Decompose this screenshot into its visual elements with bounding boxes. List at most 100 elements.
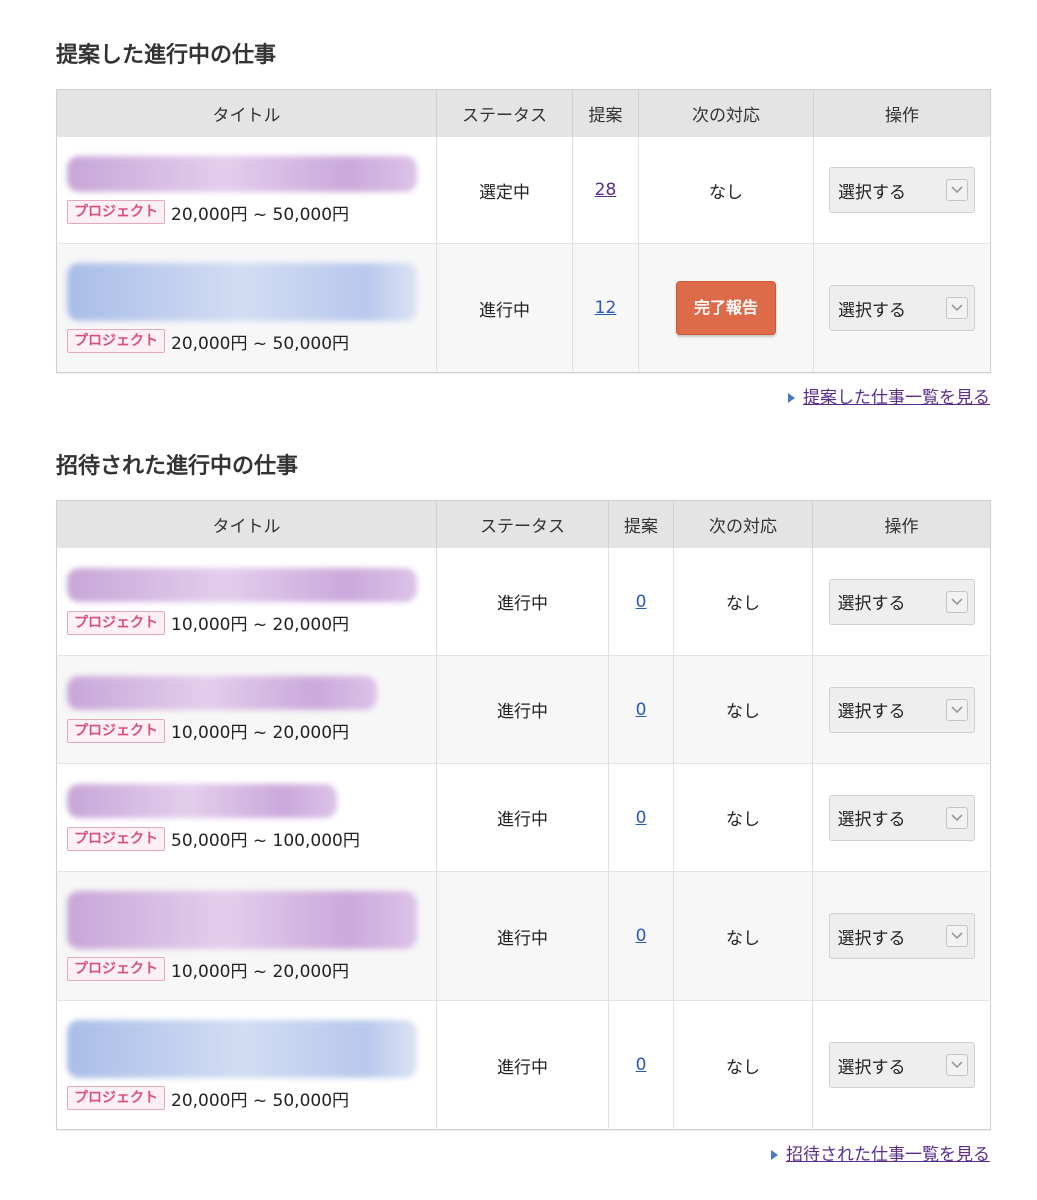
proposal-count-link[interactable]: 0 — [636, 808, 647, 828]
column-header-next-action: 次の対応 — [673, 500, 813, 548]
redacted-job-title[interactable] — [67, 784, 337, 818]
table-row: プロジェクト 10,000円 ~ 20,000円 進行中 0 なし 選択する — [56, 655, 991, 764]
proposals-cell: 0 — [608, 547, 674, 656]
status-cell: 進行中 — [436, 871, 609, 1001]
column-header-status: ステータス — [436, 500, 609, 548]
action-select[interactable]: 選択する — [828, 686, 975, 733]
chevron-down-icon — [945, 925, 968, 947]
triangle-right-icon — [771, 1150, 778, 1160]
job-title-cell: プロジェクト 20,000円 ~ 50,000円 — [56, 136, 437, 244]
status-cell: 進行中 — [436, 655, 609, 764]
job-title-cell: プロジェクト 10,000円 ~ 20,000円 — [56, 547, 437, 656]
action-select[interactable]: 選択する — [828, 1042, 975, 1088]
proposal-count-link[interactable]: 12 — [595, 298, 617, 318]
job-meta: プロジェクト 10,000円 ~ 20,000円 — [67, 610, 426, 635]
status-cell: 選定中 — [436, 136, 573, 244]
proposed-more-link-row: 提案した仕事一覧を見る — [56, 383, 990, 408]
job-meta: プロジェクト 20,000円 ~ 50,000円 — [67, 1086, 426, 1111]
next-action-cell: なし — [673, 871, 813, 1001]
budget-range: 20,000円 ~ 50,000円 — [171, 333, 350, 354]
invited-jobs-table: タイトル ステータス 提案 次の対応 操作 プロジェクト 10,000円 ~ 2… — [56, 500, 991, 1130]
proposals-cell: 0 — [608, 655, 674, 764]
next-action-cell: なし — [673, 763, 813, 872]
budget-range: 10,000円 ~ 20,000円 — [171, 723, 350, 743]
proposal-count-link[interactable]: 0 — [636, 926, 647, 946]
complete-report-button[interactable]: 完了報告 — [676, 281, 776, 335]
job-meta: プロジェクト 10,000円 ~ 20,000円 — [67, 718, 426, 743]
invited-more-link-row: 招待された仕事一覧を見る — [56, 1140, 990, 1165]
action-select-value: 選択する — [837, 594, 906, 614]
project-badge: プロジェクト — [67, 826, 165, 851]
table-row: プロジェクト 20,000円 ~ 50,000円 進行中 0 なし 選択する — [56, 1000, 991, 1130]
proposed-jobs-table: タイトル ステータス 提案 次の対応 操作 プロジェクト 20,000円 ~ 5… — [56, 89, 991, 373]
project-badge: プロジェクト — [67, 957, 165, 981]
action-select-value: 選択する — [837, 1057, 906, 1078]
table-row: プロジェクト 10,000円 ~ 20,000円 進行中 0 なし 選択する — [56, 871, 991, 1001]
action-select[interactable]: 選択する — [829, 167, 975, 213]
status-cell: 進行中 — [436, 243, 573, 373]
proposals-cell: 28 — [572, 136, 639, 244]
invited-jobs-heading: 招待された進行中の仕事 — [56, 454, 299, 479]
status-cell: 進行中 — [436, 547, 609, 656]
chevron-down-icon — [945, 590, 968, 613]
budget-range: 20,000円 ~ 50,000円 — [171, 1090, 350, 1111]
proposals-cell: 0 — [608, 871, 674, 1001]
chevron-down-icon — [945, 698, 968, 721]
table-row: プロジェクト 20,000円 ~ 50,000円 進行中 12 完了報告 選択す… — [56, 243, 991, 373]
redacted-job-title[interactable] — [67, 1019, 417, 1078]
proposal-count-link[interactable]: 0 — [636, 592, 647, 612]
invited-jobs-section: 招待された進行中の仕事 タイトル ステータス 提案 次の対応 操作 プロジェクト… — [56, 449, 991, 1165]
operation-cell: 選択する — [812, 547, 991, 656]
column-header-title: タイトル — [56, 89, 437, 137]
job-meta: プロジェクト 10,000円 ~ 20,000円 — [67, 957, 426, 982]
project-badge: プロジェクト — [67, 718, 165, 743]
proposals-cell: 12 — [572, 243, 639, 373]
operation-cell: 選択する — [812, 871, 991, 1001]
column-header-next-action: 次の対応 — [638, 89, 814, 137]
action-select[interactable]: 選択する — [828, 794, 975, 841]
job-title-cell: プロジェクト 50,000円 ~ 100,000円 — [56, 763, 437, 872]
action-select[interactable]: 選択する — [828, 913, 975, 959]
table-row: プロジェクト 50,000円 ~ 100,000円 進行中 0 なし 選択する — [56, 763, 991, 872]
budget-range: 10,000円 ~ 20,000円 — [171, 961, 350, 982]
redacted-job-title[interactable] — [67, 262, 417, 321]
redacted-job-title[interactable] — [67, 890, 417, 949]
operation-cell: 選択する — [812, 763, 991, 872]
redacted-job-title[interactable] — [67, 676, 377, 710]
action-select-value: 選択する — [837, 810, 906, 830]
job-meta: プロジェクト 50,000円 ~ 100,000円 — [67, 826, 426, 851]
action-select[interactable]: 選択する — [829, 285, 975, 331]
action-select-value: 選択する — [837, 928, 906, 949]
job-title-cell: プロジェクト 10,000円 ~ 20,000円 — [56, 871, 437, 1001]
proposal-count-link[interactable]: 0 — [636, 700, 647, 720]
status-cell: 進行中 — [436, 1000, 609, 1130]
job-meta: プロジェクト 20,000円 ~ 50,000円 — [67, 200, 426, 225]
operation-cell: 選択する — [813, 243, 991, 373]
redacted-job-title[interactable] — [67, 568, 417, 602]
chevron-down-icon — [946, 179, 968, 201]
table-row: プロジェクト 20,000円 ~ 50,000円 選定中 28 なし 選択する — [56, 136, 991, 244]
proposed-jobs-list-link[interactable]: 提案した仕事一覧を見る — [803, 388, 990, 408]
column-header-proposals: 提案 — [572, 89, 639, 137]
next-action-cell: なし — [638, 136, 814, 244]
action-select[interactable]: 選択する — [828, 578, 975, 625]
proposal-count-link[interactable]: 28 — [595, 180, 617, 200]
redacted-job-title[interactable] — [67, 155, 417, 192]
operation-cell: 選択する — [812, 655, 991, 764]
next-action-cell: なし — [673, 655, 813, 764]
operation-cell: 選択する — [813, 136, 991, 244]
chevron-down-icon — [945, 806, 968, 829]
next-action-cell: なし — [673, 1000, 813, 1130]
invited-jobs-list-link[interactable]: 招待された仕事一覧を見る — [786, 1145, 990, 1165]
project-badge: プロジェクト — [67, 610, 165, 635]
chevron-down-icon — [945, 1054, 968, 1076]
column-header-title: タイトル — [56, 500, 437, 548]
chevron-down-icon — [946, 297, 968, 319]
column-header-operation: 操作 — [812, 500, 991, 548]
table-row: プロジェクト 10,000円 ~ 20,000円 進行中 0 なし 選択する — [56, 547, 991, 656]
proposals-cell: 0 — [608, 1000, 674, 1130]
status-cell: 進行中 — [436, 763, 609, 872]
next-action-cell: なし — [673, 547, 813, 656]
proposed-jobs-section: 提案した進行中の仕事 タイトル ステータス 提案 次の対応 操作 プロジェクト … — [56, 38, 991, 408]
proposal-count-link[interactable]: 0 — [636, 1055, 647, 1075]
